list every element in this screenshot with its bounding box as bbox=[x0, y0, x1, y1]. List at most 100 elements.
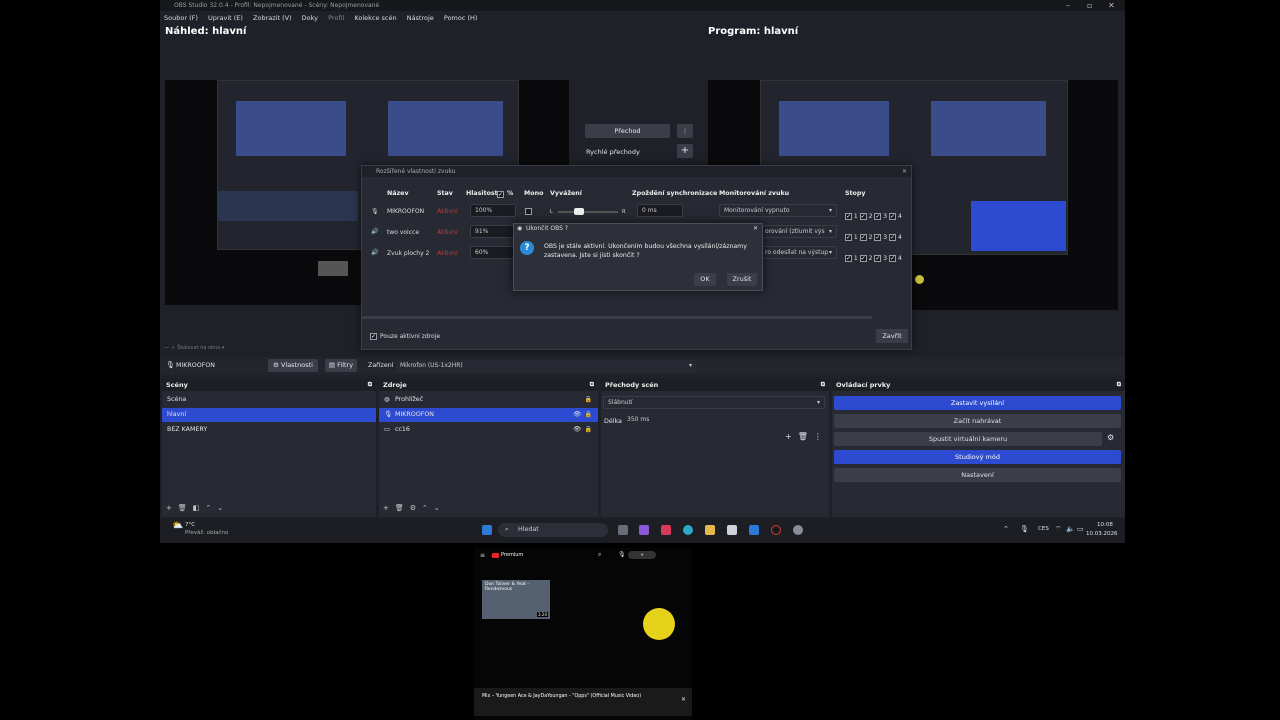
properties-button[interactable]: ⚙ Vlastnosti bbox=[268, 359, 318, 372]
ok-button[interactable]: OK bbox=[694, 273, 716, 286]
menu-help[interactable]: Pomoc (H) bbox=[444, 14, 478, 22]
menu-edit[interactable]: Upravit (E) bbox=[208, 14, 243, 22]
track-checkbox[interactable]: ✓ bbox=[845, 234, 852, 241]
scene-item[interactable]: hlavní bbox=[162, 408, 376, 422]
track-checkbox[interactable]: ✓ bbox=[859, 234, 867, 241]
dock-float-icon[interactable]: ⧉ bbox=[368, 379, 372, 391]
track-checkbox[interactable]: ✓ bbox=[889, 255, 897, 262]
search-icon[interactable]: ⌕ bbox=[598, 551, 601, 559]
track-checkbox[interactable]: ✓ bbox=[859, 255, 867, 262]
hamburger-icon[interactable]: ≡ bbox=[480, 552, 485, 559]
menu-file[interactable]: Soubor (F) bbox=[164, 14, 198, 22]
close-icon[interactable]: ✕ bbox=[753, 224, 758, 234]
transition-button[interactable]: Přechod bbox=[585, 124, 670, 138]
weather-text[interactable]: Převáž. oblačno bbox=[185, 530, 228, 536]
active-only-checkbox[interactable]: ✓ bbox=[370, 333, 377, 340]
scene-item[interactable]: BEZ KAMERY bbox=[162, 423, 376, 437]
track-checkbox[interactable]: ✓ bbox=[859, 213, 867, 220]
trash-icon[interactable]: 🗑 bbox=[178, 504, 193, 512]
lock-icon[interactable]: 🔒 bbox=[585, 393, 592, 407]
add-icon[interactable]: + bbox=[383, 504, 395, 512]
balance-handle[interactable] bbox=[574, 208, 584, 215]
clock-date[interactable]: 10.03.2026 bbox=[1086, 531, 1118, 537]
dock-float-icon[interactable]: ⧉ bbox=[590, 379, 594, 391]
close-icon[interactable]: ✕ bbox=[902, 166, 907, 177]
start-virtual-camera-button[interactable]: Spustit virtuální kameru bbox=[834, 432, 1102, 446]
monitoring-select[interactable]: Monitorování vypnuto ▾ bbox=[719, 204, 837, 217]
obs-taskbar-icon[interactable] bbox=[771, 525, 781, 535]
transition-select[interactable]: Slábnutí ▾ bbox=[603, 396, 825, 409]
add-icon[interactable]: + bbox=[166, 504, 178, 512]
source-item[interactable]: 🎙 MIKROOFON 👁 🔒 bbox=[379, 408, 598, 422]
gear-icon[interactable]: ⚙ bbox=[1107, 433, 1114, 442]
settings-gear-icon[interactable] bbox=[793, 525, 803, 535]
weather-temp[interactable]: 7°C bbox=[185, 522, 195, 528]
lock-icon[interactable]: 🔒 bbox=[585, 408, 592, 422]
start-recording-button[interactable]: Začít nahrávat bbox=[834, 414, 1121, 428]
track-checkbox[interactable]: ✓ bbox=[889, 213, 897, 220]
dock-float-icon[interactable]: ⧉ bbox=[821, 379, 825, 391]
menu-docks[interactable]: Doky bbox=[302, 14, 318, 22]
settings-button[interactable]: Nastavení bbox=[834, 468, 1121, 482]
network-icon[interactable]: ⌔ bbox=[1055, 525, 1062, 534]
copilot-icon[interactable] bbox=[639, 525, 649, 535]
maximize-icon[interactable]: ▫ bbox=[1087, 0, 1092, 11]
close-icon[interactable]: ✕ bbox=[681, 696, 686, 703]
source-item[interactable]: ◍ Prohlížeč 🔒 bbox=[379, 393, 598, 407]
more-icon[interactable]: ⋮ bbox=[814, 432, 828, 441]
move-up-icon[interactable]: ⌃ bbox=[422, 504, 434, 512]
edge-icon[interactable] bbox=[683, 525, 693, 535]
move-down-icon[interactable]: ⌄ bbox=[434, 504, 446, 512]
video-thumbnail[interactable]: Don Toliver & Yeat - Rendezvous 3:20 bbox=[482, 580, 550, 619]
close-button[interactable]: Zavřít bbox=[876, 329, 908, 343]
trash-icon[interactable]: 🗑 bbox=[395, 504, 410, 512]
tray-chevron-up-icon[interactable]: ⌃ bbox=[1003, 525, 1009, 533]
close-icon[interactable]: ✕ bbox=[1108, 0, 1115, 11]
menu-scene-collection[interactable]: Kolekce scén bbox=[354, 14, 396, 22]
minimize-icon[interactable]: – bbox=[1066, 0, 1070, 11]
horizontal-scrollbar[interactable] bbox=[362, 316, 872, 319]
menu-tools[interactable]: Nástroje bbox=[407, 14, 434, 22]
media-app-icon[interactable] bbox=[661, 525, 671, 535]
volume-field[interactable]: 91% bbox=[470, 225, 516, 238]
cancel-button[interactable]: Zrušit bbox=[727, 273, 757, 286]
filter-icon[interactable]: ◧ bbox=[193, 504, 206, 512]
battery-icon[interactable]: ▭ bbox=[1077, 525, 1084, 533]
store-icon[interactable] bbox=[727, 525, 737, 535]
menu-profile[interactable]: Profil bbox=[328, 14, 344, 22]
add-icon[interactable]: + bbox=[785, 432, 798, 441]
dock-float-icon[interactable]: ⧉ bbox=[1117, 379, 1121, 391]
move-down-icon[interactable]: ⌄ bbox=[217, 504, 229, 512]
source-item[interactable]: ▭ cc16 👁 🔒 bbox=[379, 423, 598, 437]
create-button[interactable]: + bbox=[628, 551, 656, 559]
transition-menu-icon[interactable]: ⋮ bbox=[677, 124, 693, 138]
volume-icon[interactable]: 🔈 bbox=[1066, 525, 1075, 533]
trash-icon[interactable]: 🗑 bbox=[798, 432, 814, 441]
preview-scale-label[interactable]: Škálovat na okno bbox=[177, 345, 220, 351]
balance-slider[interactable] bbox=[558, 211, 618, 213]
eye-icon[interactable]: 👁 bbox=[573, 408, 581, 422]
tray-microphone-icon[interactable]: 🎙 bbox=[1020, 525, 1029, 533]
duration-field[interactable]: 350 ms bbox=[623, 414, 823, 427]
move-up-icon[interactable]: ⌃ bbox=[205, 504, 217, 512]
track-checkbox[interactable]: ✓ bbox=[845, 213, 852, 220]
stop-streaming-button[interactable]: Zastavit vysílání bbox=[834, 396, 1121, 410]
scene-item[interactable]: Scéna bbox=[162, 393, 376, 407]
mini-player[interactable]: Mix – Yungeen Ace & JayDaYoungan - "Opps… bbox=[474, 688, 692, 716]
gear-icon[interactable]: ⚙ bbox=[410, 504, 422, 512]
eye-icon[interactable]: 👁 bbox=[573, 423, 581, 437]
add-quick-transition-icon[interactable]: + bbox=[677, 144, 693, 158]
clock-time[interactable]: 10:08 bbox=[1097, 522, 1113, 528]
menu-view[interactable]: Zobrazit (V) bbox=[253, 14, 292, 22]
file-explorer-icon[interactable] bbox=[705, 525, 715, 535]
task-view-icon[interactable] bbox=[618, 525, 628, 535]
percent-checkbox[interactable]: ✓ bbox=[497, 191, 504, 198]
track-checkbox[interactable]: ✓ bbox=[874, 255, 882, 262]
lock-icon[interactable]: 🔒 bbox=[585, 423, 592, 437]
mono-checkbox[interactable] bbox=[525, 208, 532, 215]
device-select[interactable]: Mikrofon (US-1x2HR) ▾ bbox=[396, 360, 696, 373]
studio-mode-button[interactable]: Studiový mód bbox=[834, 450, 1121, 464]
windows-start-icon[interactable] bbox=[482, 525, 492, 535]
filters-button[interactable]: ▤ Filtry bbox=[325, 359, 357, 372]
microphone-icon[interactable]: 🎙 bbox=[618, 551, 626, 558]
